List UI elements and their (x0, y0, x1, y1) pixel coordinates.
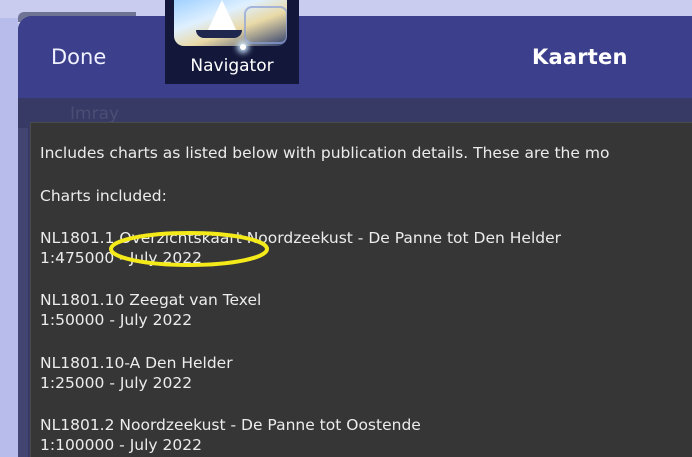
navigation-bar: Done Kaarten (18, 16, 692, 98)
charts-heading: Charts included: (40, 187, 167, 205)
page-title: Kaarten (532, 45, 628, 69)
chart-name: NL1801.10-A Den Helder (40, 354, 233, 372)
intro-text: Includes charts as listed below with pub… (40, 144, 610, 162)
chart-detail: 1:100000 - July 2022 (40, 436, 202, 454)
sailboat-icon (174, 0, 287, 46)
background-left (0, 0, 18, 457)
sailboat-app-icon: Navigator (165, 0, 299, 84)
chart-description-text[interactable]: Includes charts as listed below with pub… (30, 122, 692, 457)
app-icon-label: Navigator (190, 56, 274, 76)
background-hint-text: Imray (70, 104, 120, 124)
chart-name: NL1801.2 Noordzeekust - De Panne tot Oos… (40, 416, 421, 434)
chart-detail: 1:50000 - July 2022 (40, 311, 193, 329)
hull-shape (196, 30, 242, 38)
sparkle-icon (240, 44, 246, 50)
sail-shape (206, 0, 238, 34)
sidebar-edge (18, 128, 28, 457)
chart-name: NL1801.10 Zeegat van Texel (40, 291, 262, 309)
done-button[interactable]: Done (51, 45, 106, 69)
chart-detail: 1:25000 - July 2022 (40, 374, 193, 392)
map-shape (244, 6, 287, 44)
highlight-ellipse (109, 231, 269, 267)
